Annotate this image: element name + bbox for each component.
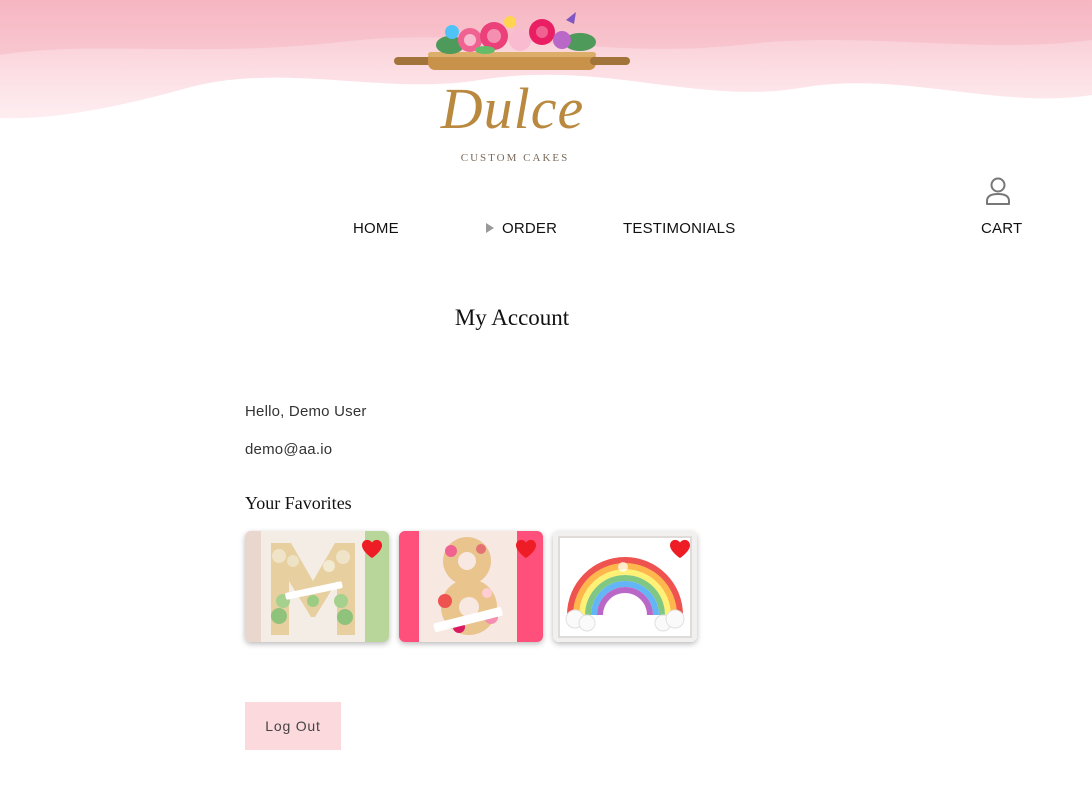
heart-icon[interactable] — [515, 539, 537, 559]
nav-order[interactable]: ORDER — [502, 220, 557, 237]
heart-icon[interactable] — [669, 539, 691, 559]
nav-home[interactable]: HOME — [353, 220, 399, 237]
brand-logo[interactable]: Dulce CUSTOM CAKES — [390, 10, 635, 165]
user-account-icon[interactable] — [985, 176, 1011, 206]
logout-button[interactable]: Log Out — [245, 702, 341, 750]
heart-icon[interactable] — [361, 539, 383, 559]
nav-testimonials[interactable]: TESTIMONIALS — [623, 220, 735, 237]
favorites-heading: Your Favorites — [245, 493, 352, 513]
nav-cart[interactable]: CART — [981, 220, 1022, 237]
brand-tagline: CUSTOM CAKES — [460, 152, 570, 164]
favorite-item-m-cake[interactable] — [245, 531, 389, 642]
favorite-item-8-cake[interactable] — [399, 531, 543, 642]
greeting-text: Hello, Demo User — [245, 403, 367, 420]
order-arrow-icon — [486, 223, 494, 233]
brand-name: Dulce — [440, 76, 585, 141]
page-title: My Account — [454, 305, 570, 330]
favorite-item-rainbow-cake[interactable] — [553, 531, 697, 642]
email-text: demo@aa.io — [245, 441, 333, 458]
